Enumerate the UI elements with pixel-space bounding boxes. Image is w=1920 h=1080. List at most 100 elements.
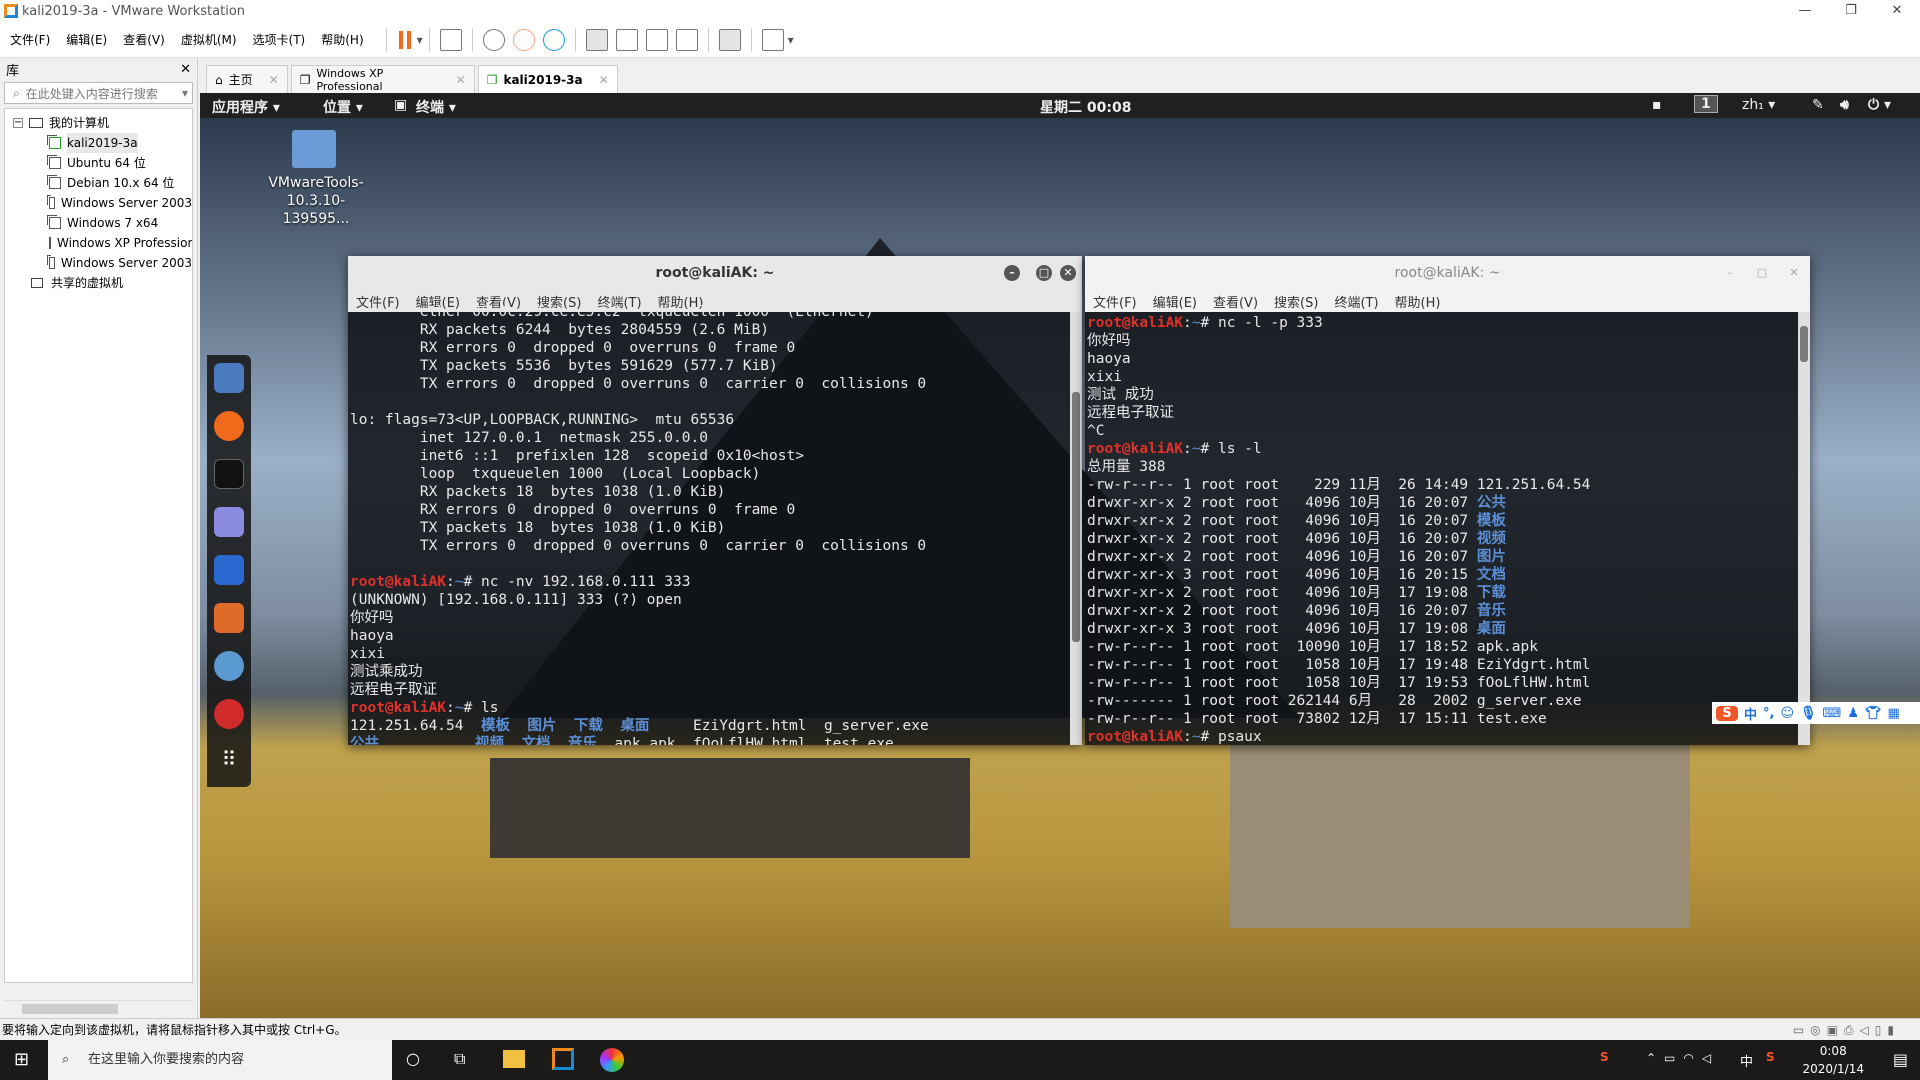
file-explorer-icon[interactable] <box>503 1050 525 1068</box>
menu-file[interactable]: 文件(F) <box>10 31 50 48</box>
minimize-button[interactable]: — <box>1782 0 1828 22</box>
menu-file[interactable]: 文件(F) <box>1093 292 1137 311</box>
desktop-icon-label[interactable]: VMwareTools-10.3.10-139595... <box>256 174 376 228</box>
library-horizontal-scrollbar[interactable] <box>4 1000 194 1016</box>
burpsuite-icon[interactable] <box>214 603 244 633</box>
menu-edit[interactable]: 编辑(E) <box>66 31 107 48</box>
device-icons[interactable]: ▭◎▣⎙◁▯▮ <box>1793 1019 1900 1041</box>
close-button[interactable]: ✕ <box>1786 265 1802 281</box>
thumbnail-bar-icon[interactable] <box>615 28 638 51</box>
grid-icon[interactable]: ▦ <box>1887 706 1899 721</box>
firefox-icon[interactable] <box>214 411 244 441</box>
menu-help[interactable]: 帮助(H) <box>321 31 363 48</box>
stretch-icon[interactable] <box>761 28 784 51</box>
tree-vm-win2003-2[interactable]: Windows Server 2003 <box>5 253 192 273</box>
collapse-icon[interactable]: − <box>13 118 23 128</box>
revert-snapshot-icon[interactable] <box>512 28 535 51</box>
minimize-button[interactable]: – <box>1722 265 1738 281</box>
tree-vm-kali[interactable]: kali2019-3a <box>5 133 192 153</box>
taskbar-clock[interactable]: 0:08 2020/1/14 <box>1802 1042 1864 1078</box>
terminal-window-right[interactable]: root@kaliAK: ~ – □ ✕ 文件(F) 编辑(E) 查看(V) 搜索(S… <box>1085 256 1810 745</box>
metasploit-icon[interactable] <box>214 555 244 585</box>
terminal-scrollbar[interactable] <box>1070 312 1082 745</box>
menu-help[interactable]: 帮助(H) <box>1395 292 1441 311</box>
full-screen-icon[interactable] <box>645 28 668 51</box>
input-language[interactable]: 中 <box>1740 1051 1753 1070</box>
close-button[interactable]: ✕ <box>1060 265 1076 281</box>
microphone-icon[interactable]: 🎙︎ <box>1800 706 1817 721</box>
volume-icon[interactable]: 🔊︎ <box>1840 97 1849 113</box>
menu-vm[interactable]: 虚拟机(M) <box>181 31 237 48</box>
menu-view[interactable]: 查看(V) <box>1213 292 1258 311</box>
language-selector[interactable]: zh₁ ▾ <box>1742 97 1775 113</box>
tab-winxp[interactable]: ❐ Windows XP Professional ✕ <box>290 65 475 93</box>
notification-icon[interactable]: ▤ <box>1893 1050 1908 1069</box>
folder-icon[interactable] <box>292 130 336 168</box>
show-library-icon[interactable] <box>585 28 608 51</box>
terminal-menu[interactable]: 终端 ▾ <box>416 97 456 117</box>
keyboard-icon[interactable]: ⌨ <box>1823 706 1842 721</box>
video-camera-icon[interactable]: ▪ <box>1652 97 1662 113</box>
tree-vm-win7[interactable]: Windows 7 x64 <box>5 213 192 233</box>
terminal-titlebar[interactable]: root@kaliAK: ~ – □ ✕ <box>348 256 1082 290</box>
pen-icon[interactable]: ✎ <box>1812 97 1824 113</box>
terminal-window-left[interactable]: root@kaliAK: ~ – □ ✕ 文件(F) 编辑(E) 查看(V) 搜索(S… <box>348 256 1082 745</box>
cherrytree-icon[interactable] <box>214 699 244 729</box>
unity-icon[interactable] <box>675 28 698 51</box>
terminal-output[interactable]: ether 00:0c:29:ce:e5:c2 txqueuelen 1000 … <box>348 303 1070 745</box>
power-icon[interactable]: ⏻ ▾ <box>1868 97 1891 113</box>
console-view-icon[interactable] <box>718 28 741 51</box>
pause-icon[interactable] <box>398 30 411 49</box>
terminal-titlebar[interactable]: root@kaliAK: ~ – □ ✕ <box>1085 256 1810 290</box>
maximize-button[interactable]: ❐ <box>1828 0 1874 22</box>
tree-vm-win2003[interactable]: Windows Server 2003 <box>5 193 192 213</box>
user-icon[interactable]: ♟ <box>1847 706 1859 721</box>
skin-icon[interactable]: 👕︎ <box>1865 706 1882 721</box>
menu-terminal[interactable]: 终端(T) <box>1334 292 1378 311</box>
tree-shared-vms[interactable]: 共享的虚拟机 <box>5 273 192 293</box>
emoji-icon[interactable]: ☺ <box>1780 706 1794 721</box>
ime-punctuation[interactable]: °, <box>1763 706 1774 721</box>
menu-tabs[interactable]: 选项卡(T) <box>253 31 306 48</box>
cortana-icon[interactable]: ○ <box>406 1049 420 1068</box>
terminal-output[interactable]: root@kaliAK:~# nc -l -p 333 你好吗 haoya xixi 测… <box>1085 314 1798 745</box>
tree-my-computer[interactable]: − 我的计算机 <box>5 113 192 133</box>
tray-icons[interactable]: ⌃▭◠◁ <box>1646 1051 1719 1065</box>
snapshot-icon[interactable] <box>482 28 505 51</box>
tree-vm-debian[interactable]: Debian 10.x 64 位 <box>5 173 192 193</box>
tab-kali[interactable]: ❐ kali2019-3a ✕ <box>477 65 618 93</box>
show-apps-icon[interactable]: ⠿ <box>214 747 244 777</box>
send-keys-icon[interactable] <box>439 28 462 51</box>
menu-search[interactable]: 搜索(S) <box>1274 292 1318 311</box>
applications-menu[interactable]: 应用程序 ▾ <box>212 97 280 117</box>
vmware-taskbar-icon[interactable] <box>552 1048 574 1070</box>
files-icon[interactable] <box>214 363 244 393</box>
terminal-scrollbar[interactable] <box>1798 312 1810 745</box>
tab-close-icon[interactable]: ✕ <box>269 73 279 87</box>
dropdown-icon[interactable]: ▾ <box>182 86 188 100</box>
minimize-button[interactable]: – <box>1004 265 1020 281</box>
dropdown-icon[interactable]: ▾ <box>417 33 423 47</box>
library-search-input[interactable]: ⌕ 在此处键入内容进行搜索 ▾ <box>4 82 193 104</box>
sogou-tray-icon[interactable]: S <box>1766 1050 1775 1064</box>
ime-mode[interactable]: 中 <box>1744 704 1757 723</box>
task-view-icon[interactable]: ⧉ <box>454 1049 465 1069</box>
tree-vm-ubuntu[interactable]: Ubuntu 64 位 <box>5 153 192 173</box>
maximize-button[interactable]: □ <box>1754 265 1770 281</box>
menu-view[interactable]: 查看(V) <box>123 31 165 48</box>
browser-icon[interactable] <box>600 1048 624 1072</box>
close-button[interactable]: ✕ <box>1874 0 1920 22</box>
sogou-tray-icon[interactable]: S <box>1600 1050 1609 1064</box>
library-close-button[interactable]: ✕ <box>180 62 191 77</box>
tree-vm-winxp[interactable]: Windows XP Professional <box>5 233 192 253</box>
tab-close-icon[interactable]: ✕ <box>599 73 609 87</box>
eye-icon[interactable] <box>214 651 244 681</box>
text-editor-icon[interactable] <box>214 507 244 537</box>
maximize-button[interactable]: □ <box>1036 265 1052 281</box>
workspace-indicator[interactable]: 1 <box>1694 95 1718 113</box>
menu-edit[interactable]: 编辑(E) <box>1153 292 1197 311</box>
places-menu[interactable]: 位置 ▾ <box>323 97 363 117</box>
snapshot-manager-icon[interactable] <box>542 28 565 51</box>
terminal-icon[interactable] <box>214 459 244 489</box>
dropdown-icon[interactable]: ▾ <box>788 33 794 47</box>
